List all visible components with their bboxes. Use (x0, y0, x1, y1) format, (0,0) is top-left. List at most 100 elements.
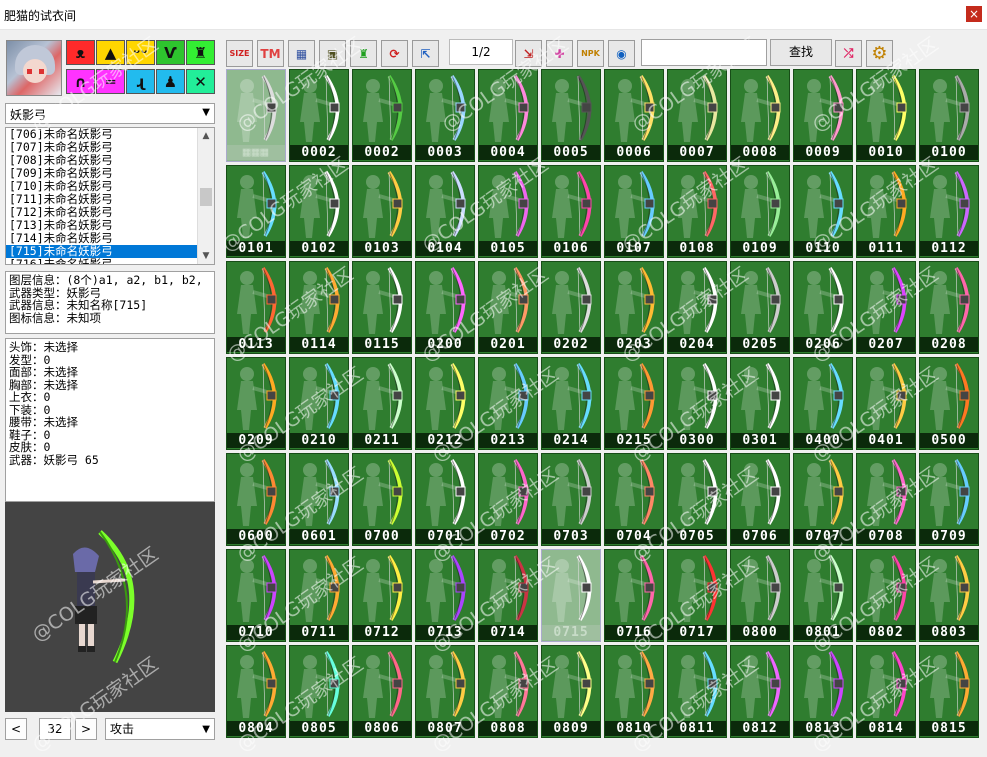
grid-item[interactable]: 0705 (667, 453, 727, 546)
grid-item[interactable]: 0200 (415, 261, 475, 354)
grid-item[interactable]: 0716 (604, 549, 664, 642)
belt-icon[interactable]: ═ (96, 69, 125, 94)
grid-item[interactable]: 0211 (352, 357, 412, 450)
grid-item[interactable]: 0703 (541, 453, 601, 546)
scroll-down-icon[interactable]: ▼ (198, 248, 214, 264)
grid-item[interactable]: 0811 (667, 645, 727, 738)
grid-item[interactable]: 0711 (289, 549, 349, 642)
grid-item[interactable]: 0400 (793, 357, 853, 450)
pants-icon[interactable]: ∩ (66, 69, 95, 94)
grid-item[interactable]: 0702 (478, 453, 538, 546)
grid-item[interactable]: 0205 (730, 261, 790, 354)
globe-icon[interactable]: ◉ (608, 40, 635, 67)
grid-item[interactable]: 0813 (793, 645, 853, 738)
search-button[interactable]: 查找 (770, 39, 832, 66)
scroll-up-icon[interactable]: ▲ (198, 128, 214, 144)
grid-item[interactable]: 0009 (793, 69, 853, 162)
grid-item[interactable]: 0809 (541, 645, 601, 738)
close-button[interactable]: × (966, 6, 982, 22)
grid-item[interactable]: 0810 (604, 645, 664, 738)
frame-icon[interactable]: ▦ (288, 40, 315, 67)
grid-item[interactable]: 0102 (289, 165, 349, 258)
grid-item[interactable]: 0004 (478, 69, 538, 162)
grid-item[interactable]: 0104 (415, 165, 475, 258)
grid-item[interactable]: 0712 (352, 549, 412, 642)
grid-item[interactable]: 0110 (793, 165, 853, 258)
grid-item[interactable]: 0008 (730, 69, 790, 162)
grid-item[interactable]: 0207 (856, 261, 916, 354)
grid-item[interactable]: 0805 (289, 645, 349, 738)
shirt-icon[interactable]: ♜ (350, 40, 377, 67)
grid-item[interactable]: 0006 (604, 69, 664, 162)
grid-item[interactable]: 0201 (478, 261, 538, 354)
settings-icon[interactable]: ⚙ (866, 40, 893, 67)
grid-item[interactable]: 0707 (793, 453, 853, 546)
grid-item[interactable]: 0815 (919, 645, 979, 738)
grid-item[interactable]: 0103 (352, 165, 412, 258)
grid-item[interactable]: 0007 (667, 69, 727, 162)
action-select[interactable]: 攻击 ▼ (105, 718, 215, 740)
grid-item[interactable]: 0600 (226, 453, 286, 546)
grid-item[interactable]: 0101 (226, 165, 286, 258)
grid-item[interactable]: 0710 (226, 549, 286, 642)
grid-item[interactable]: 0803 (919, 549, 979, 642)
export-icon[interactable]: ⇱ (412, 40, 439, 67)
grid-item[interactable]: 0713 (415, 549, 475, 642)
grid-item[interactable]: 0808 (478, 645, 538, 738)
list-item[interactable]: [716]未命名妖影弓 (6, 258, 214, 265)
next-frame-button[interactable]: > (75, 718, 97, 740)
size-icon[interactable]: SIZE (226, 40, 253, 67)
grid-item[interactable]: 0709 (919, 453, 979, 546)
grid-item[interactable]: 0113 (226, 261, 286, 354)
grid-item[interactable]: 0700 (352, 453, 412, 546)
grid-item[interactable]: 0601 (289, 453, 349, 546)
grid-item[interactable]: 0002 (352, 69, 412, 162)
grid-item[interactable]: 0202 (541, 261, 601, 354)
grid-item[interactable]: 0812 (730, 645, 790, 738)
grid-item[interactable]: 0212 (415, 357, 475, 450)
grid-item[interactable]: 0701 (415, 453, 475, 546)
grid-item[interactable]: 0801 (793, 549, 853, 642)
grid-item[interactable]: 0010 (856, 69, 916, 162)
grid-item[interactable]: 0115 (352, 261, 412, 354)
frame-number-input[interactable]: 32 (39, 718, 71, 740)
avatar[interactable] (6, 40, 62, 96)
grid-item[interactable]: 0005 (541, 69, 601, 162)
grid-item[interactable]: 0714 (478, 549, 538, 642)
grid-item[interactable]: 0208 (919, 261, 979, 354)
hair-clip-icon[interactable]: ᴥ (66, 40, 95, 65)
grid-item[interactable]: 0204 (667, 261, 727, 354)
grid-item[interactable]: 0108 (667, 165, 727, 258)
grid-item[interactable]: 0003 (415, 69, 475, 162)
scroll-thumb[interactable] (200, 188, 212, 206)
grid-item[interactable]: 0213 (478, 357, 538, 450)
grid-item[interactable]: 0806 (352, 645, 412, 738)
grid-item[interactable]: 0717 (667, 549, 727, 642)
grid-item[interactable]: 0105 (478, 165, 538, 258)
grid-item[interactable]: 0109 (730, 165, 790, 258)
refresh-icon[interactable]: ⟳ (381, 40, 408, 67)
grid-item[interactable]: 0203 (604, 261, 664, 354)
gift-icon[interactable]: ✚ (546, 40, 573, 67)
weapon-cross-icon[interactable]: ✕ (186, 69, 215, 94)
grid-item[interactable]: 0106 (541, 165, 601, 258)
shuffle-icon[interactable]: ⤮ (835, 40, 862, 67)
face-icon[interactable]: ᵕᵕ (126, 40, 155, 65)
grid-item[interactable]: 0804 (226, 645, 286, 738)
hat-icon[interactable]: ▲ (96, 40, 125, 65)
grid-item[interactable]: 0214 (541, 357, 601, 450)
weapon-type-select[interactable]: 妖影弓 ▼ (5, 103, 215, 124)
import-icon[interactable]: ⇲ (515, 40, 542, 67)
item-list-scrollbar[interactable]: ▲ ▼ (197, 128, 214, 264)
body-icon[interactable]: ♟ (156, 69, 185, 94)
grid-item[interactable]: 0706 (730, 453, 790, 546)
item-list[interactable]: [706]未命名妖影弓 [707]未命名妖影弓 [708]未命名妖影弓 [709]未命… (5, 127, 215, 265)
search-input[interactable] (641, 39, 767, 66)
grid-item[interactable]: 0300 (667, 357, 727, 450)
grid-item[interactable]: 0807 (415, 645, 475, 738)
grid-item[interactable]: 0301 (730, 357, 790, 450)
grid-item[interactable]: 0210 (289, 357, 349, 450)
grid-item[interactable]: 0401 (856, 357, 916, 450)
grid-item[interactable]: 0114 (289, 261, 349, 354)
film-icon[interactable]: ▣ (319, 40, 346, 67)
